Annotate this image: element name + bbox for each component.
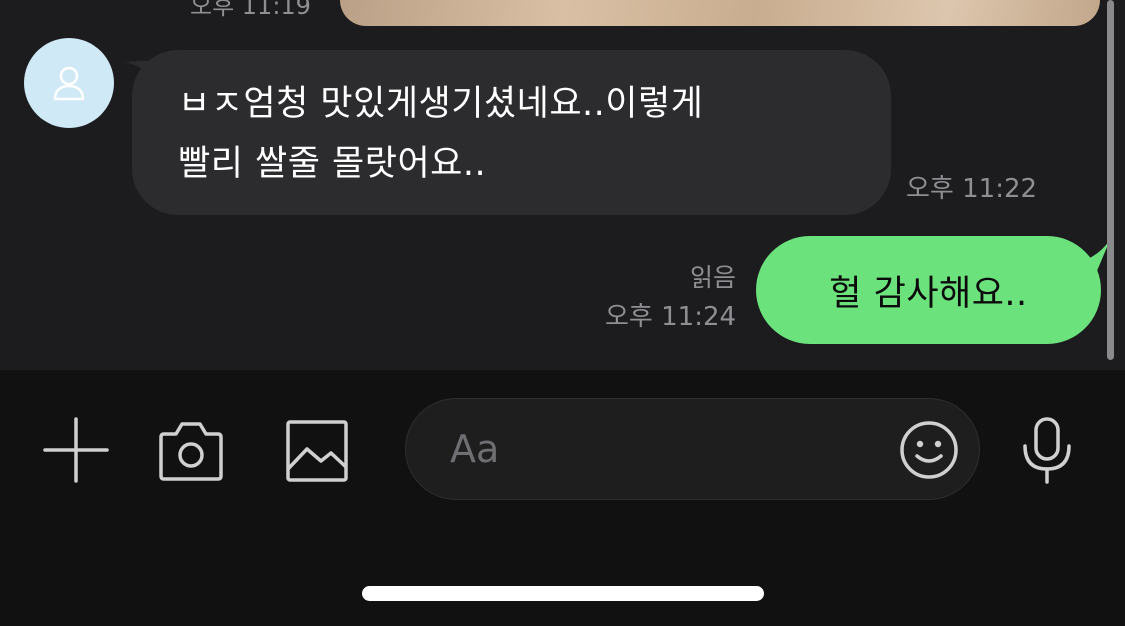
message-input[interactable] [450,419,870,479]
person-icon [53,66,85,101]
image-icon [286,420,348,482]
incoming-message-time: 오후 11:22 [906,174,1038,204]
outgoing-message-time: 오후 11:24 [605,302,737,332]
camera-button[interactable] [156,416,226,486]
emoji-button[interactable] [898,419,960,481]
emoji-icon [900,421,958,479]
outgoing-message-bubble[interactable]: 헐 감사해요.. [756,236,1101,344]
incoming-message-line: ㅂㅈ엄청 맛있게생기셨네요..이렇게 [178,84,704,124]
camera-icon [159,422,223,481]
message-input-field[interactable] [405,398,980,500]
previous-image-message[interactable] [340,0,1100,26]
incoming-message-line: 빨리 쌀줄 몰랏어요.. [178,144,487,184]
incoming-message-bubble[interactable]: ㅂㅈ엄청 맛있게생기셨네요..이렇게 빨리 쌀줄 몰랏어요.. [132,50,891,215]
voice-message-button[interactable] [1012,414,1082,486]
previous-message-time: 오후 11:19 [190,0,311,20]
read-receipt: 읽음 [690,263,737,292]
home-indicator[interactable] [362,586,764,601]
outgoing-message-text: 헐 감사해요.. [829,273,1028,314]
microphone-icon [1023,417,1071,484]
scrollbar[interactable] [1107,0,1114,360]
plus-icon [43,417,109,483]
message-list[interactable]: 오후 11:19 ㅂㅈ엄청 맛있게생기셨네요..이렇게 빨리 쌀줄 몰랏어요..… [0,0,1125,370]
chat-screen: 오후 11:19 ㅂㅈ엄청 맛있게생기셨네요..이렇게 빨리 쌀줄 몰랏어요..… [0,0,1125,626]
message-composer [0,370,1125,626]
sender-avatar[interactable] [24,38,114,128]
gallery-button[interactable] [282,416,352,486]
add-attachment-button[interactable] [40,414,112,486]
